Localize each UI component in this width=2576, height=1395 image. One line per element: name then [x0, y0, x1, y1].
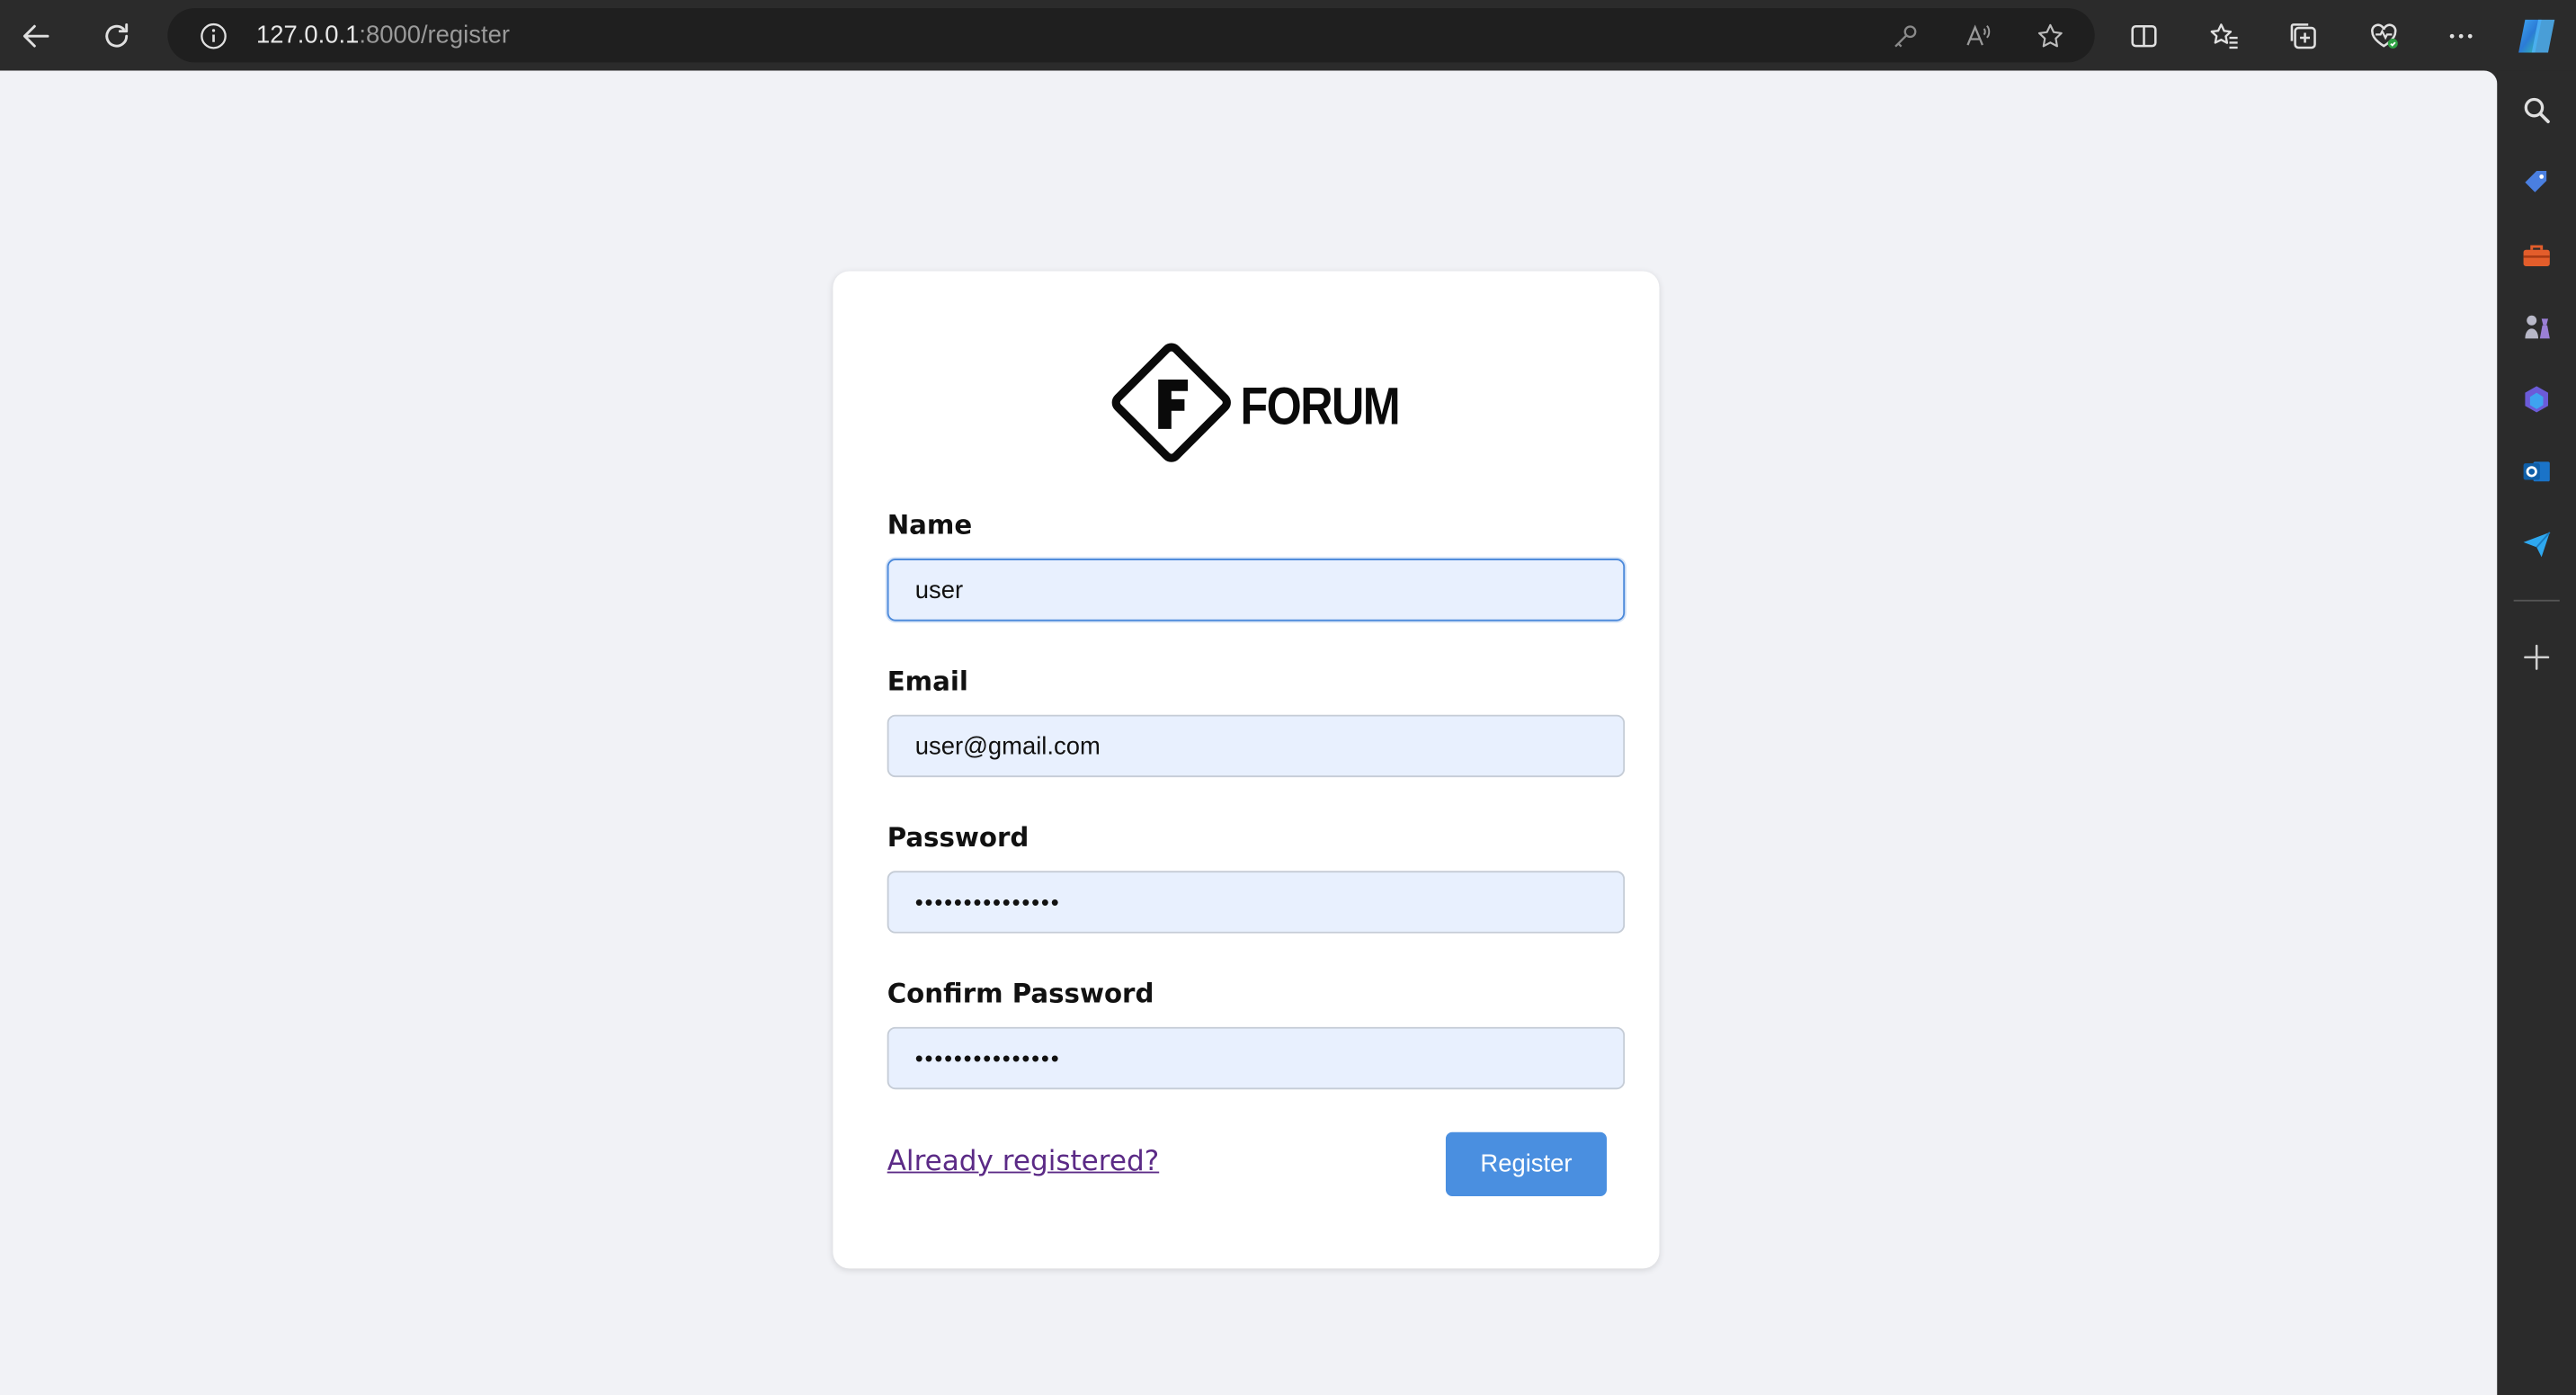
- split-screen-icon: [2131, 24, 2157, 48]
- shopping-tag-icon: [2525, 170, 2547, 192]
- email-label: Email: [887, 665, 968, 697]
- browser-window: 127.0.0.1:8000/register FORUM Name user …: [0, 0, 2576, 1395]
- paper-plane-icon: [2523, 532, 2551, 558]
- split-screen-button[interactable]: [2117, 10, 2170, 62]
- register-card: FORUM Name Email Password Confirm Passwo…: [833, 271, 1660, 1269]
- sidebar-send-button[interactable]: [2517, 524, 2556, 564]
- read-aloud-icon[interactable]: [1960, 18, 1996, 54]
- search-icon: [2524, 97, 2550, 124]
- outlook-icon: [2523, 461, 2550, 482]
- already-registered-link[interactable]: Already registered?: [887, 1145, 1160, 1178]
- name-label: Name: [887, 509, 973, 541]
- browser-toolbar: 127.0.0.1:8000/register: [0, 0, 2576, 71]
- more-options-button[interactable]: [2435, 10, 2487, 62]
- sidebar-outlook-button[interactable]: [2517, 452, 2556, 491]
- heart-pulse-icon: [2371, 23, 2398, 49]
- sidebar-divider: [2513, 599, 2560, 602]
- url-host: 127.0.0.1: [256, 21, 360, 49]
- brand-name: FORUM: [1240, 376, 1401, 436]
- register-button[interactable]: Register: [1445, 1131, 1608, 1196]
- page-viewport: FORUM Name Email Password Confirm Passwo…: [0, 70, 2498, 1395]
- collections-icon: [2290, 23, 2316, 49]
- browser-essentials-button[interactable]: [2358, 10, 2410, 62]
- chess-piece-icon: [2525, 315, 2550, 339]
- url-text: 127.0.0.1:8000/register: [256, 22, 510, 49]
- sidebar-tools-button[interactable]: [2517, 235, 2556, 274]
- confirm-password-input[interactable]: [887, 1026, 1626, 1090]
- confirm-password-label: Confirm Password: [887, 978, 1154, 1009]
- back-button[interactable]: [10, 10, 62, 62]
- sidebar-games-button[interactable]: [2517, 308, 2556, 347]
- sidebar-search-button[interactable]: [2517, 90, 2556, 130]
- sidebar-add-button[interactable]: [2517, 638, 2556, 677]
- address-bar[interactable]: 127.0.0.1:8000/register: [167, 8, 2095, 63]
- copilot-button[interactable]: [2514, 13, 2560, 59]
- forum-logo-icon: [1111, 343, 1231, 462]
- key-icon[interactable]: [1887, 18, 1923, 54]
- email-input[interactable]: [887, 714, 1626, 778]
- password-label: Password: [887, 821, 1030, 854]
- plus-icon: [2524, 644, 2550, 670]
- refresh-icon: [105, 22, 129, 48]
- copilot-icon: [2518, 19, 2555, 53]
- more-dots-icon: [2449, 33, 2473, 39]
- favorites-icon: [2210, 23, 2238, 49]
- collections-button[interactable]: [2277, 10, 2329, 62]
- edge-sidebar: [2497, 70, 2576, 1395]
- toolbox-icon: [2523, 245, 2550, 266]
- sidebar-shopping-button[interactable]: [2517, 163, 2556, 202]
- back-arrow-icon: [22, 24, 49, 48]
- favorite-star-icon[interactable]: [2032, 18, 2068, 54]
- site-info-icon[interactable]: [197, 20, 230, 53]
- m365-icon: [2525, 386, 2548, 413]
- sidebar-copilot-button[interactable]: [2517, 380, 2556, 419]
- forum-logo: FORUM: [1109, 340, 1401, 465]
- favorites-button[interactable]: [2198, 10, 2251, 62]
- name-input[interactable]: [887, 559, 1626, 621]
- url-path: :8000/register: [359, 21, 510, 49]
- refresh-button[interactable]: [90, 10, 142, 62]
- password-input[interactable]: [887, 871, 1626, 934]
